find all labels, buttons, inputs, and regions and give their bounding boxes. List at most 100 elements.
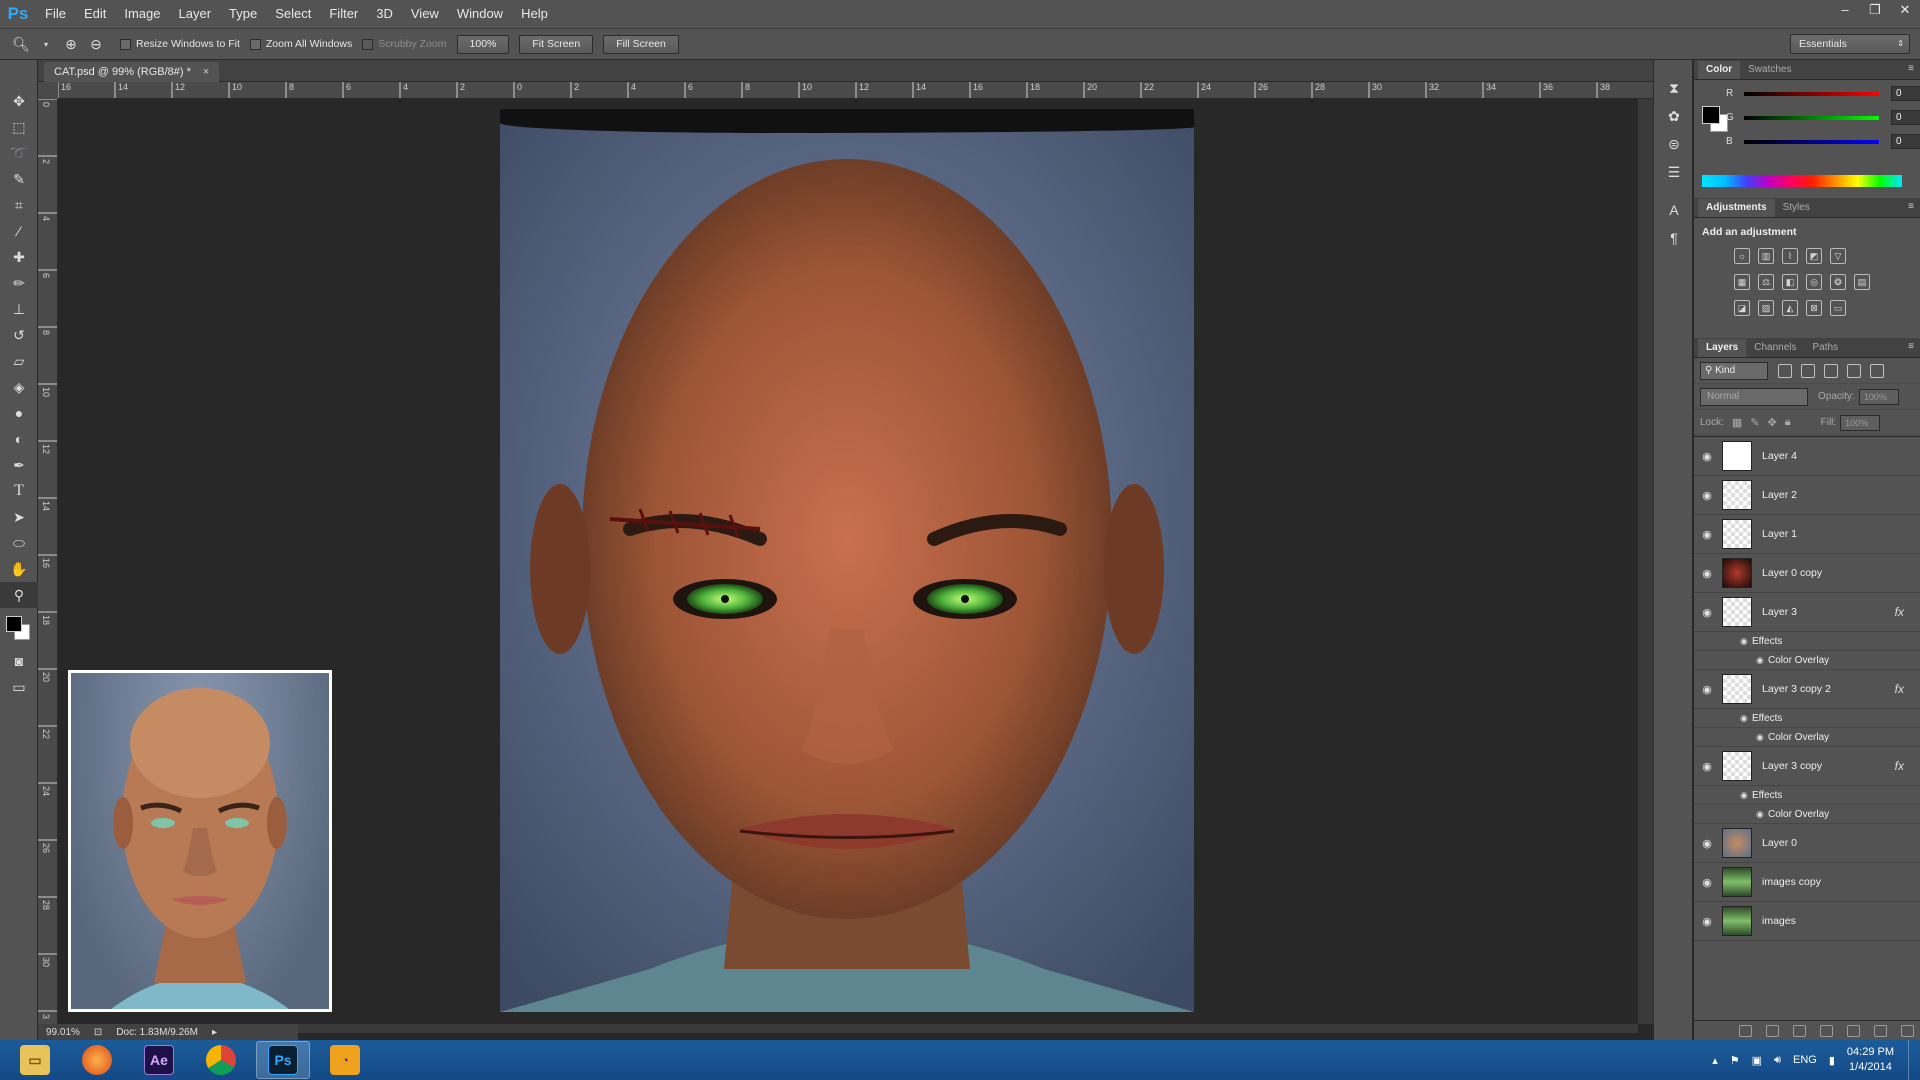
eye-icon[interactable]: ◉ bbox=[1694, 683, 1720, 696]
type-tool-icon[interactable]: T bbox=[0, 478, 38, 504]
smart-object-filter-icon[interactable] bbox=[1870, 363, 1884, 378]
eye-icon[interactable]: ◉ bbox=[1694, 489, 1720, 502]
eraser-tool-icon[interactable]: ▱ bbox=[0, 348, 38, 374]
restore-button[interactable]: ❐ bbox=[1860, 0, 1890, 22]
blue-slider[interactable] bbox=[1744, 139, 1879, 144]
tab-paths[interactable]: Paths bbox=[1805, 339, 1847, 357]
opacity-field[interactable]: 100% bbox=[1858, 388, 1899, 405]
zoom-out-icon[interactable]: ⊖ bbox=[85, 33, 107, 55]
eye-icon[interactable]: ◉ bbox=[1740, 790, 1752, 801]
vibrance-icon[interactable]: ▽ bbox=[1830, 248, 1846, 264]
red-slider[interactable] bbox=[1744, 91, 1879, 96]
close-button[interactable]: ✕ bbox=[1890, 0, 1920, 22]
tab-color[interactable]: Color bbox=[1698, 61, 1741, 79]
scrubby-zoom-checkbox[interactable]: Scrubby Zoom bbox=[362, 38, 447, 50]
taskbar-firefox[interactable] bbox=[70, 1041, 124, 1079]
healing-brush-tool-icon[interactable]: ✚ bbox=[0, 244, 38, 270]
clone-stamp-tool-icon[interactable]: ⊥ bbox=[0, 296, 38, 322]
fx-icon[interactable]: fx bbox=[1895, 759, 1904, 773]
menu-filter[interactable]: Filter bbox=[320, 0, 367, 28]
levels-icon[interactable]: ▥ bbox=[1758, 248, 1774, 264]
layer-row[interactable]: ◉ Layer 0 copy bbox=[1694, 554, 1920, 593]
exposure-icon[interactable]: ◩ bbox=[1806, 248, 1822, 264]
selective-color-icon[interactable]: ⊠ bbox=[1806, 300, 1822, 316]
brush-presets-icon[interactable]: ✿ bbox=[1654, 102, 1694, 130]
resize-windows-checkbox[interactable]: Resize Windows to Fit bbox=[120, 38, 240, 50]
taskbar-after-effects[interactable]: Ae bbox=[132, 1041, 186, 1079]
fx-menu-icon[interactable] bbox=[1766, 1024, 1779, 1037]
menu-edit[interactable]: Edit bbox=[75, 0, 115, 28]
eye-icon[interactable]: ◉ bbox=[1740, 713, 1752, 724]
taskbar-photoshop[interactable]: Ps bbox=[256, 1041, 310, 1079]
zoom-level[interactable]: 99.01% bbox=[46, 1027, 80, 1038]
reference-photo[interactable] bbox=[68, 670, 332, 1012]
marquee-tool-icon[interactable]: ⬚ bbox=[0, 114, 38, 140]
quick-select-tool-icon[interactable]: ✎ bbox=[0, 166, 38, 192]
green-value[interactable]: 0 bbox=[1891, 110, 1920, 125]
fill-screen-button[interactable]: Fill Screen bbox=[603, 34, 679, 54]
panel-menu-icon[interactable]: ≡ bbox=[1908, 201, 1914, 212]
ruler-origin[interactable] bbox=[38, 82, 58, 99]
eye-icon[interactable]: ◉ bbox=[1756, 655, 1768, 666]
character-panel-icon[interactable]: A bbox=[1654, 196, 1694, 224]
eye-icon[interactable]: ◉ bbox=[1694, 760, 1720, 773]
history-brush-tool-icon[interactable]: ↺ bbox=[0, 322, 38, 348]
layer-row[interactable]: ◉ images copy bbox=[1694, 863, 1920, 902]
red-value[interactable]: 0 bbox=[1891, 86, 1920, 101]
tab-styles[interactable]: Styles bbox=[1775, 199, 1818, 217]
brush-tool-icon[interactable]: ✏ bbox=[0, 270, 38, 296]
ellipse-tool-icon[interactable]: ⬭ bbox=[0, 530, 38, 556]
chevron-down-icon[interactable]: ▾ bbox=[35, 33, 57, 55]
color-balance-icon[interactable]: ⚖ bbox=[1758, 274, 1774, 290]
add-mask-icon[interactable] bbox=[1793, 1024, 1806, 1037]
fx-icon[interactable]: fx bbox=[1895, 682, 1904, 696]
eye-icon[interactable]: ◉ bbox=[1694, 450, 1720, 463]
tray-expand-icon[interactable]: ▴ bbox=[1712, 1054, 1718, 1067]
clock[interactable]: 04:29 PM 1/4/2014 bbox=[1847, 1045, 1894, 1075]
channel-mixer-icon[interactable]: ❂ bbox=[1830, 274, 1846, 290]
doc-size[interactable]: Doc: 1.83M/9.26M bbox=[116, 1027, 198, 1038]
lasso-tool-icon[interactable]: ➰ bbox=[0, 140, 38, 166]
taskbar-explorer[interactable]: ▭ bbox=[8, 1041, 62, 1079]
zoom-tool-icon[interactable]: ⚲ bbox=[0, 582, 38, 608]
language-indicator[interactable]: ENG bbox=[1793, 1054, 1817, 1066]
foreground-color-swatch[interactable] bbox=[6, 616, 22, 632]
green-slider[interactable] bbox=[1744, 115, 1879, 120]
shape-filter-icon[interactable] bbox=[1847, 363, 1861, 378]
color-overlay-row[interactable]: ◉ Color Overlay bbox=[1694, 728, 1920, 747]
eye-icon[interactable]: ◉ bbox=[1756, 732, 1768, 743]
history-panel-icon[interactable]: ⧗ bbox=[1654, 74, 1694, 102]
eye-icon[interactable]: ◉ bbox=[1740, 636, 1752, 647]
crop-tool-icon[interactable]: ⌗ bbox=[0, 192, 38, 218]
menu-type[interactable]: Type bbox=[220, 0, 266, 28]
zoom-in-icon[interactable]: ⊕ bbox=[60, 33, 82, 55]
quick-mask-icon[interactable]: ◙ bbox=[0, 648, 38, 674]
invert-icon[interactable]: ◪ bbox=[1734, 300, 1750, 316]
blur-tool-icon[interactable]: ● bbox=[0, 400, 38, 426]
pen-tool-icon[interactable]: ✒ bbox=[0, 452, 38, 478]
eyedropper-tool-icon[interactable]: ⁄ bbox=[0, 218, 38, 244]
trash-icon[interactable] bbox=[1901, 1024, 1914, 1037]
eye-icon[interactable]: ◉ bbox=[1694, 837, 1720, 850]
document-canvas[interactable] bbox=[500, 109, 1194, 1012]
new-adjustment-icon[interactable] bbox=[1820, 1024, 1833, 1037]
menu-file[interactable]: File bbox=[36, 0, 75, 28]
menu-3d[interactable]: 3D bbox=[367, 0, 402, 28]
close-tab-icon[interactable]: × bbox=[203, 66, 209, 78]
layer-row[interactable]: ◉ Layer 3 copy fx bbox=[1694, 747, 1920, 786]
curves-icon[interactable]: ⌇ bbox=[1782, 248, 1798, 264]
posterize-icon[interactable]: ▨ bbox=[1758, 300, 1774, 316]
eye-icon[interactable]: ◉ bbox=[1694, 528, 1720, 541]
lock-position-icon[interactable]: ✥ bbox=[1768, 416, 1777, 429]
kind-filter-select[interactable]: ⚲ Kind bbox=[1700, 361, 1768, 380]
layer-row[interactable]: ◉ images bbox=[1694, 902, 1920, 941]
tab-channels[interactable]: Channels bbox=[1746, 339, 1804, 357]
layer-row[interactable]: ◉ Layer 0 bbox=[1694, 824, 1920, 863]
show-desktop-button[interactable] bbox=[1908, 1040, 1920, 1080]
color-fg-swatch[interactable] bbox=[1702, 106, 1720, 124]
effects-row[interactable]: ◉ Effects bbox=[1694, 709, 1920, 728]
lock-all-icon[interactable]: 🔒︎ bbox=[1785, 416, 1791, 429]
menu-window[interactable]: Window bbox=[448, 0, 512, 28]
action-center-icon[interactable]: ⚑ bbox=[1730, 1054, 1740, 1067]
lock-transparent-icon[interactable]: ▦ bbox=[1732, 416, 1742, 429]
